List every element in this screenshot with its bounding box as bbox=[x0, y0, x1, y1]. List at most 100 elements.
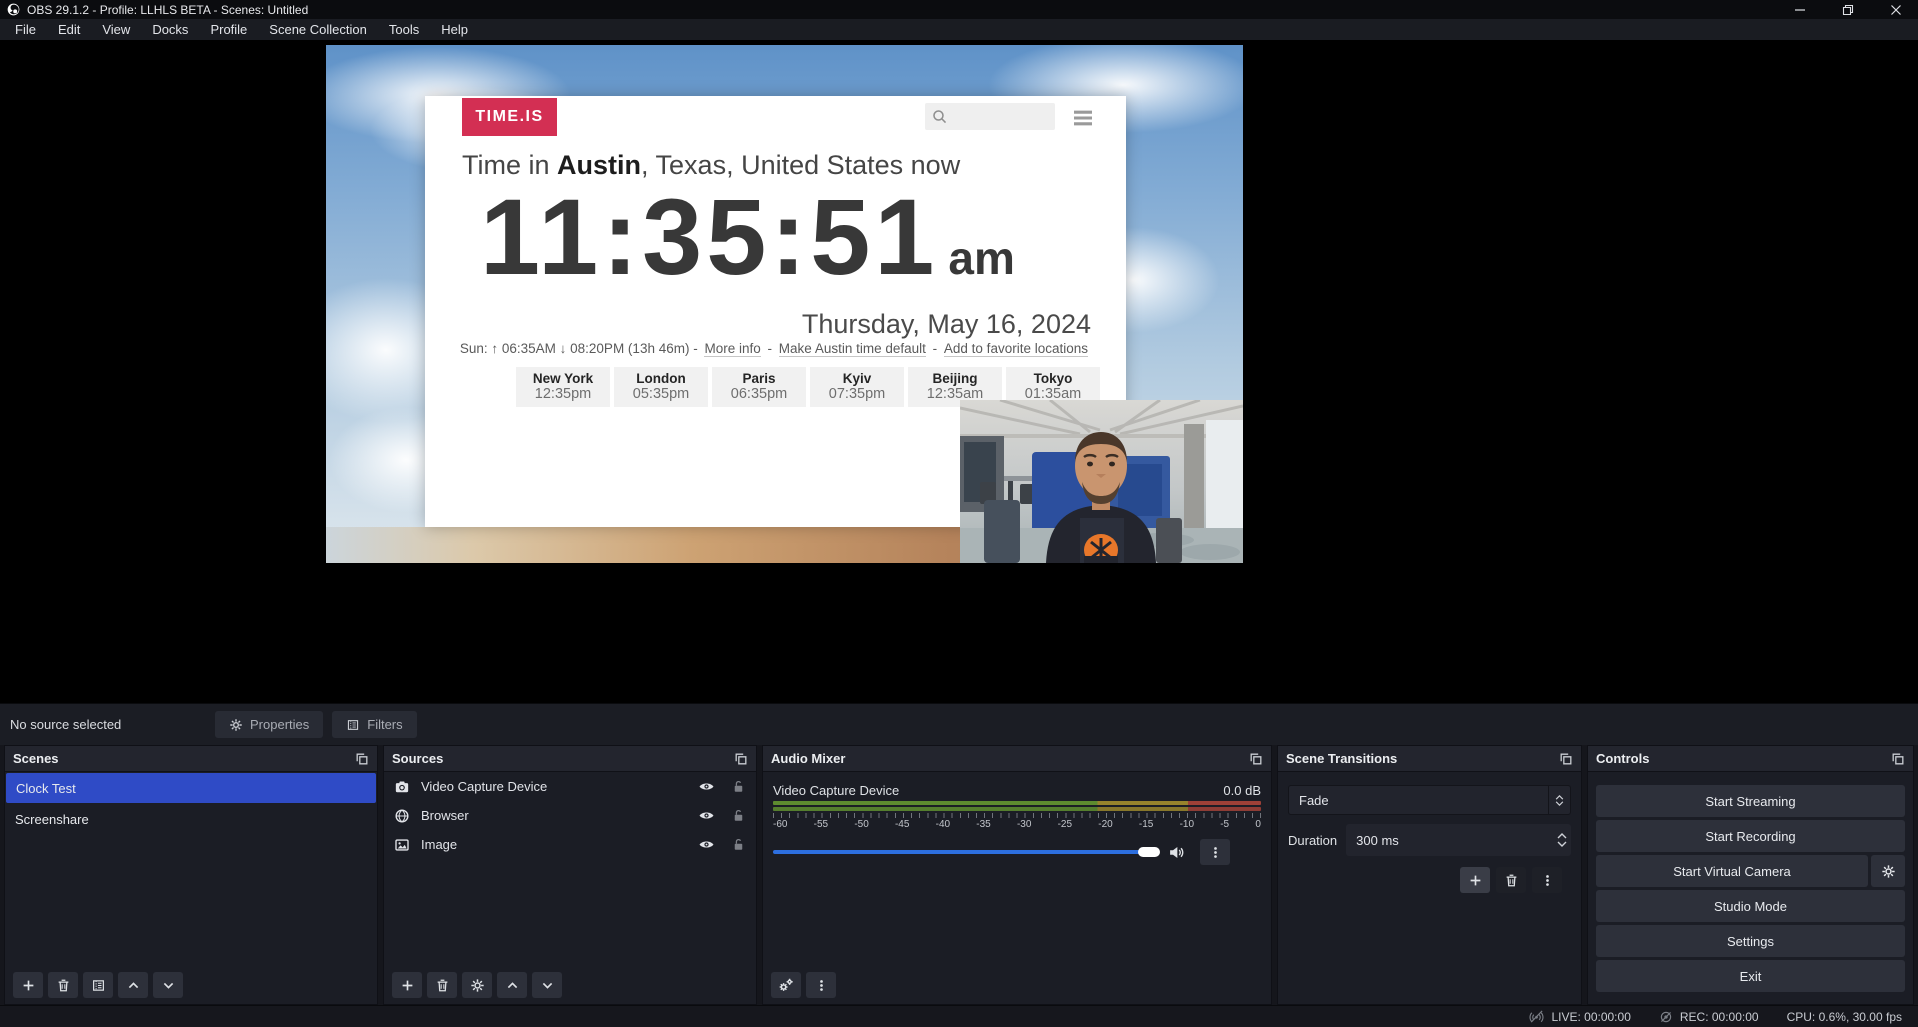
status-bar: LIVE: 00:00:00 REC: 00:00:00 CPU: 0.6%, … bbox=[0, 1005, 1918, 1027]
filters-button[interactable]: Filters bbox=[332, 711, 416, 738]
hamburger-menu-icon[interactable] bbox=[1071, 106, 1095, 130]
broadcast-muted-icon bbox=[1529, 1009, 1544, 1024]
properties-button[interactable]: Properties bbox=[215, 711, 323, 738]
start-virtual-camera-button[interactable]: Start Virtual Camera bbox=[1596, 855, 1868, 887]
menu-bar: File Edit View Docks Profile Scene Colle… bbox=[0, 19, 1918, 40]
lock-icon[interactable] bbox=[731, 837, 746, 852]
chevron-up-icon bbox=[1555, 795, 1564, 800]
dock-area: Scenes Clock Test Screenshare Sources bbox=[0, 745, 1918, 1005]
search-icon bbox=[931, 108, 948, 125]
timeis-logo[interactable]: TIME.IS bbox=[462, 98, 557, 136]
menu-tools[interactable]: Tools bbox=[378, 21, 430, 38]
source-item-image[interactable]: Image bbox=[384, 830, 756, 859]
record-muted-icon bbox=[1659, 1010, 1673, 1024]
audio-mixer-title: Audio Mixer bbox=[771, 751, 845, 766]
start-recording-button[interactable]: Start Recording bbox=[1596, 820, 1905, 852]
gear-icon bbox=[470, 978, 485, 993]
spinner-arrows[interactable] bbox=[1557, 824, 1567, 856]
source-up-button[interactable] bbox=[497, 972, 527, 998]
settings-button[interactable]: Settings bbox=[1596, 925, 1905, 957]
transition-properties-button[interactable] bbox=[1532, 867, 1562, 893]
restore-button[interactable] bbox=[1842, 4, 1854, 16]
plus-icon bbox=[1468, 873, 1483, 888]
add-transition-button[interactable] bbox=[1460, 867, 1490, 893]
visibility-eye-icon[interactable] bbox=[698, 836, 715, 853]
source-down-button[interactable] bbox=[532, 972, 562, 998]
speaker-icon[interactable] bbox=[1168, 844, 1185, 861]
scene-down-button[interactable] bbox=[153, 972, 183, 998]
preview-canvas[interactable]: TIME.IS Time in Austin, Texas, United St… bbox=[0, 40, 1918, 703]
visibility-eye-icon[interactable] bbox=[698, 807, 715, 824]
search-input[interactable] bbox=[925, 103, 1055, 130]
menu-view[interactable]: View bbox=[91, 21, 141, 38]
no-source-label: No source selected bbox=[10, 717, 215, 732]
filter-icon bbox=[91, 978, 106, 993]
duration-input[interactable]: 300 ms bbox=[1346, 824, 1571, 856]
minimize-button[interactable] bbox=[1794, 4, 1806, 16]
city-card[interactable]: Kyiv07:35pm bbox=[810, 367, 904, 407]
exit-button[interactable]: Exit bbox=[1596, 960, 1905, 992]
city-card[interactable]: New York12:35pm bbox=[516, 367, 610, 407]
popout-icon[interactable] bbox=[1249, 752, 1263, 766]
add-favorite-link[interactable]: Add to favorite locations bbox=[944, 341, 1088, 357]
advanced-audio-button[interactable] bbox=[771, 972, 801, 998]
sources-panel-title: Sources bbox=[392, 751, 443, 766]
scene-up-button[interactable] bbox=[118, 972, 148, 998]
sources-panel: Sources Video Capture Device Browser bbox=[383, 745, 757, 1005]
visibility-eye-icon[interactable] bbox=[698, 778, 715, 795]
image-icon bbox=[394, 837, 410, 853]
mixer-level-db: 0.0 dB bbox=[1223, 783, 1261, 798]
volume-meter bbox=[773, 807, 1261, 811]
source-item-video-capture[interactable]: Video Capture Device bbox=[384, 772, 756, 801]
transition-select[interactable]: Fade bbox=[1288, 785, 1571, 815]
city-card[interactable]: London05:35pm bbox=[614, 367, 708, 407]
title-bar: OBS 29.1.2 - Profile: LLHLS BETA - Scene… bbox=[0, 0, 1918, 19]
city-card[interactable]: Paris06:35pm bbox=[712, 367, 806, 407]
current-date: Thursday, May 16, 2024 bbox=[802, 309, 1091, 340]
globe-icon bbox=[394, 808, 410, 824]
menu-docks[interactable]: Docks bbox=[141, 21, 199, 38]
volume-slider[interactable] bbox=[773, 850, 1159, 854]
remove-scene-button[interactable] bbox=[48, 972, 78, 998]
popout-icon[interactable] bbox=[1891, 752, 1905, 766]
menu-scene-collection[interactable]: Scene Collection bbox=[258, 21, 378, 38]
mixer-menu-button[interactable] bbox=[806, 972, 836, 998]
lock-icon[interactable] bbox=[731, 779, 746, 794]
live-status: LIVE: 00:00:00 bbox=[1529, 1009, 1630, 1024]
scene-filters-button[interactable] bbox=[83, 972, 113, 998]
chevron-down-icon bbox=[1557, 841, 1567, 847]
source-properties-button[interactable] bbox=[462, 972, 492, 998]
more-info-link[interactable]: More info bbox=[704, 341, 760, 357]
start-streaming-button[interactable]: Start Streaming bbox=[1596, 785, 1905, 817]
remove-source-button[interactable] bbox=[427, 972, 457, 998]
cpu-fps-status: CPU: 0.6%, 30.00 fps bbox=[1787, 1010, 1902, 1024]
menu-edit[interactable]: Edit bbox=[47, 21, 91, 38]
scene-transitions-panel: Scene Transitions Fade Duration 300 ms bbox=[1277, 745, 1582, 1005]
add-scene-button[interactable] bbox=[13, 972, 43, 998]
remove-transition-button[interactable] bbox=[1496, 867, 1526, 893]
studio-mode-button[interactable]: Studio Mode bbox=[1596, 890, 1905, 922]
camera-icon bbox=[394, 779, 410, 795]
chevron-down-icon bbox=[540, 978, 555, 993]
popout-icon[interactable] bbox=[734, 752, 748, 766]
make-default-link[interactable]: Make Austin time default bbox=[779, 341, 926, 357]
trash-icon bbox=[1504, 873, 1519, 888]
select-arrows[interactable] bbox=[1548, 786, 1570, 814]
menu-profile[interactable]: Profile bbox=[199, 21, 258, 38]
menu-help[interactable]: Help bbox=[430, 21, 479, 38]
close-button[interactable] bbox=[1890, 4, 1902, 16]
popout-icon[interactable] bbox=[355, 752, 369, 766]
chevron-up-icon bbox=[1557, 833, 1567, 839]
volume-slider-handle[interactable] bbox=[1138, 847, 1160, 857]
source-item-browser[interactable]: Browser bbox=[384, 801, 756, 830]
menu-file[interactable]: File bbox=[4, 21, 47, 38]
scene-item-clock-test[interactable]: Clock Test bbox=[6, 773, 376, 803]
mixer-options-button[interactable] bbox=[1200, 839, 1230, 865]
popout-icon[interactable] bbox=[1559, 752, 1573, 766]
audio-mixer-panel: Audio Mixer Video Capture Device 0.0 dB … bbox=[762, 745, 1272, 1005]
lock-icon[interactable] bbox=[731, 808, 746, 823]
scene-item-screenshare[interactable]: Screenshare bbox=[5, 804, 377, 834]
virtual-camera-config-button[interactable] bbox=[1871, 855, 1905, 887]
filter-icon bbox=[346, 718, 360, 732]
add-source-button[interactable] bbox=[392, 972, 422, 998]
